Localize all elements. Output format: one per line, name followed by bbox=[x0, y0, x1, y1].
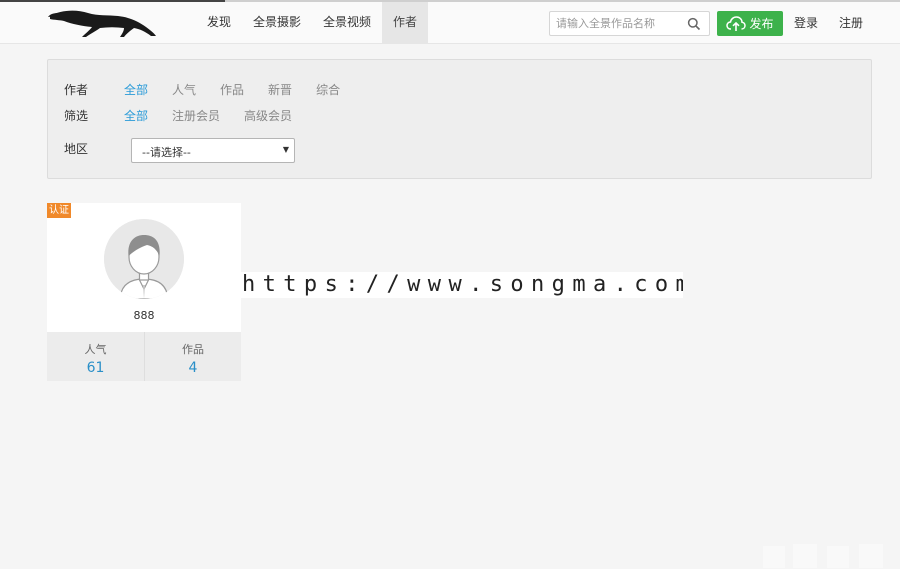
member-filter-label: 筛选 bbox=[64, 109, 89, 123]
filter-panel: 作者 全部 人气 作品 新晋 综合 筛选 全部 注册会员 高级会员 地区 --请… bbox=[47, 59, 872, 179]
author-filter-label: 作者 bbox=[64, 83, 89, 97]
search-icon[interactable] bbox=[687, 17, 701, 31]
search-box bbox=[549, 11, 710, 36]
popularity-value: 61 bbox=[86, 360, 105, 376]
member-filter-row: 筛选 全部 注册会员 高级会员 bbox=[64, 107, 316, 124]
register-link[interactable]: 注册 bbox=[839, 14, 863, 31]
region-filter-row: 地区 --请选择-- ▼ bbox=[64, 136, 295, 163]
popularity-stat: 人气 61 bbox=[47, 332, 144, 381]
search-input[interactable] bbox=[556, 15, 681, 32]
chevron-down-icon: ▼ bbox=[282, 145, 289, 154]
popularity-label: 人气 bbox=[84, 343, 107, 356]
author-name[interactable]: 888 bbox=[47, 309, 241, 322]
region-select-value: --请选择-- bbox=[142, 146, 191, 159]
author-option-overall[interactable]: 综合 bbox=[316, 81, 340, 98]
author-option-all[interactable]: 全部 bbox=[124, 81, 148, 98]
watermark-text: https://www.songma.com bbox=[240, 272, 683, 298]
publish-label: 发布 bbox=[749, 17, 774, 31]
nav-panorama-video[interactable]: 全景视频 bbox=[312, 2, 382, 43]
avatar[interactable] bbox=[104, 219, 184, 299]
works-label: 作品 bbox=[182, 343, 204, 356]
author-filter-row: 作者 全部 人气 作品 新晋 综合 bbox=[64, 81, 364, 98]
member-option-premium[interactable]: 高级会员 bbox=[244, 107, 292, 124]
author-stats: 人气 61 作品 4 bbox=[47, 332, 241, 381]
top-navbar: 发现 全景摄影 全景视频 作者 发布 登录 注册 bbox=[0, 0, 900, 44]
main-nav: 发现 全景摄影 全景视频 作者 bbox=[196, 2, 429, 43]
works-stat: 作品 4 bbox=[144, 332, 241, 381]
nav-panorama-photo[interactable]: 全景摄影 bbox=[242, 2, 312, 43]
member-option-all[interactable]: 全部 bbox=[124, 107, 148, 124]
nav-discover[interactable]: 发现 bbox=[196, 2, 242, 43]
nav-authors[interactable]: 作者 bbox=[382, 2, 429, 43]
top-progress-line bbox=[0, 0, 900, 2]
works-value: 4 bbox=[188, 360, 198, 376]
corner-watermark-icon bbox=[763, 544, 883, 568]
region-filter-label: 地区 bbox=[64, 142, 89, 156]
region-select[interactable]: --请选择-- ▼ bbox=[131, 138, 295, 163]
member-option-registered[interactable]: 注册会员 bbox=[172, 107, 220, 124]
publish-button[interactable]: 发布 bbox=[717, 11, 783, 36]
author-card[interactable]: 认证 888 人气 61 作品 4 bbox=[47, 203, 241, 381]
login-link[interactable]: 登录 bbox=[794, 14, 818, 31]
verified-badge: 认证 bbox=[47, 203, 71, 218]
author-option-new[interactable]: 新晋 bbox=[268, 81, 292, 98]
panther-logo-icon[interactable] bbox=[46, 4, 158, 40]
author-option-popularity[interactable]: 人气 bbox=[172, 81, 196, 98]
cloud-upload-icon bbox=[726, 15, 747, 31]
author-option-works[interactable]: 作品 bbox=[220, 81, 244, 98]
